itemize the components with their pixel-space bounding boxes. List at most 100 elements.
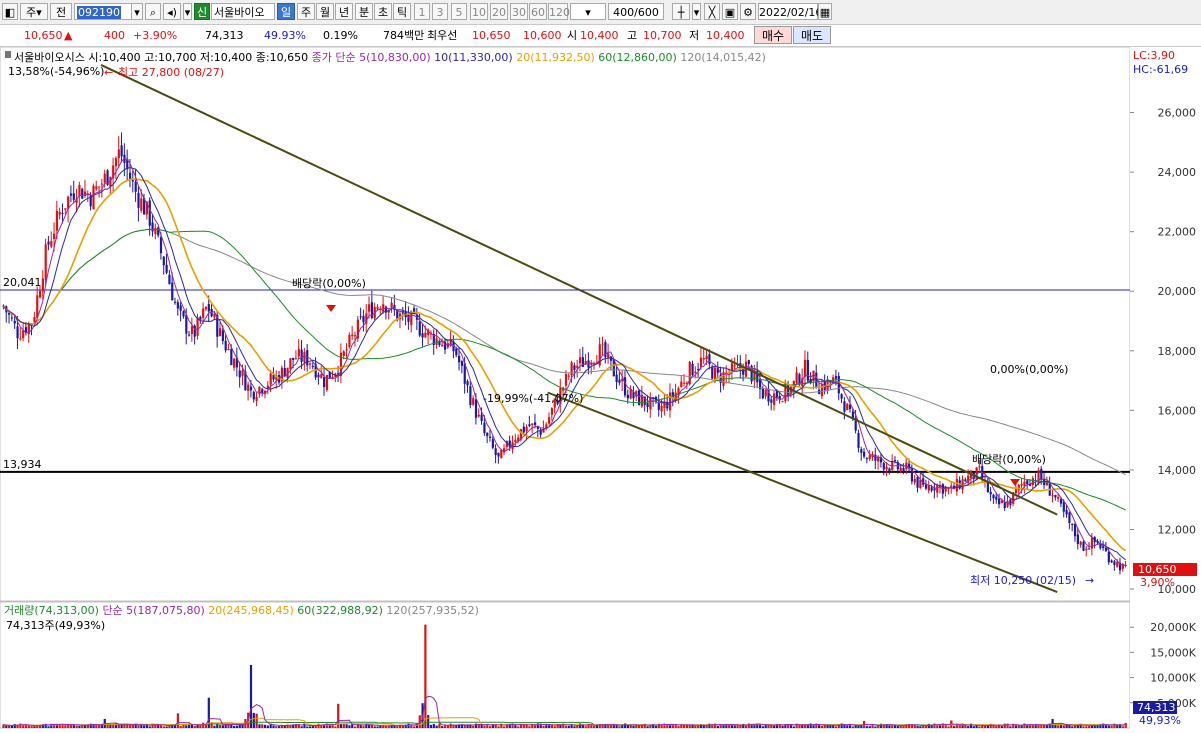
period-month[interactable]: 월 [316,3,334,20]
volume-bar [593,725,596,728]
period-second[interactable]: 초 [374,3,392,20]
high-label: 고 [627,29,638,42]
gear-icon[interactable]: ⚙ [740,3,756,20]
volume-panel [0,601,1131,729]
period-minute[interactable]: 분 [355,3,373,20]
sound-dropdown-icon[interactable]: ▾ [183,3,192,20]
volume-bar [1082,726,1085,728]
volume-bar [649,725,652,728]
candle-body [294,358,298,360]
candle-body [705,355,708,359]
interval-5[interactable]: 5 [451,3,467,20]
volume-bar [297,724,300,728]
volume-bar [272,725,275,728]
volume-bar [373,726,376,728]
search-icon[interactable]: ⌕ [145,3,161,20]
interval-20[interactable]: 20 [490,3,508,20]
chart-type-dropdown-icon[interactable]: ▾ [692,3,701,20]
candle-body [421,333,424,338]
current-price: 10,650 [24,29,63,42]
candle-body [882,463,885,470]
volume-bar [646,726,649,728]
volume-bar [638,725,641,728]
count-field[interactable]: 400/600 [608,3,664,20]
candle-body [1116,561,1119,567]
current-volume-pct-label: 49,93% [1139,714,1181,727]
volume-bar [1104,725,1108,728]
volume-bar [306,726,309,728]
candle-body [140,198,143,211]
interval-60[interactable]: 60 [529,3,547,20]
sell-button[interactable]: 매도 [793,26,831,44]
price-chart-svg[interactable]: 10,00012,00014,00016,00018,00020,00022,0… [0,46,1201,730]
indicator-icon[interactable]: ╳ [704,3,720,20]
interval-custom-select[interactable]: ▾ [570,3,606,20]
candle-body [458,355,461,363]
interval-10[interactable]: 10 [470,3,488,20]
period-tick[interactable]: 틱 [393,3,411,20]
volume-bar [19,723,22,728]
candle-body [888,468,891,472]
volume-bar [584,726,587,728]
low-value: 10,400 [706,29,745,42]
stock-code-input[interactable]: 092190 [74,3,132,20]
stock-name-field[interactable]: 서울바이오 [211,3,275,20]
candle-body [924,484,928,489]
calendar-icon[interactable]: ▦ [818,3,832,20]
volume-bar [607,724,610,728]
candle-body [376,306,379,309]
code-dropdown-icon[interactable]: ▾ [131,3,143,20]
volume-sub-label: 74,313주(49,93%) [6,619,105,632]
period-day[interactable]: 일 [277,3,295,20]
interval-30[interactable]: 30 [510,3,528,20]
ma-legend-item: 60(12,860,00) [598,51,680,64]
candle-body [323,377,326,388]
period-week[interactable]: 주 [297,3,315,20]
candle-body [528,424,531,427]
candle-body [933,488,936,491]
volume-bar [514,724,517,728]
save-icon[interactable]: ▣ [722,3,738,20]
candle-body [702,357,705,360]
candle-body [1110,560,1113,563]
lc-label: LC:3,90 [1133,49,1175,62]
volume-bar [773,725,776,728]
period-year[interactable]: 년 [335,3,353,20]
sound-icon[interactable]: ◂) [163,3,181,20]
chart-area[interactable]: 10,000 12,000 14,000 16,000 18,000 20,000 22,0… [0,46,1201,730]
volume-bar [233,725,236,728]
candle-body [159,237,163,254]
volume-bar [413,726,416,728]
window-icon[interactable]: ◧ [2,3,18,20]
volume-bar [483,725,486,728]
candle-body [1107,551,1110,563]
interval-3[interactable]: 3 [432,3,448,20]
candle-body [100,183,104,185]
candle-body [103,173,106,183]
candle-body [81,188,84,199]
volume-bar [435,725,438,728]
chart-type-icon[interactable]: ┼ [672,3,690,20]
candle-body [13,320,16,324]
market-select[interactable]: 주▾ [20,3,48,20]
volume-bar [936,725,939,728]
interval-120[interactable]: 120 [548,3,570,20]
date-field[interactable]: 2022/02/16 [758,3,822,20]
volume-bar [893,725,897,728]
volume-bar [1121,726,1124,728]
buy-button[interactable]: 매수 [754,26,792,44]
candle-body [1020,483,1023,486]
candle-body [58,212,61,215]
volume-bar [216,724,219,728]
volume-bar [255,713,258,728]
candle-body [488,436,492,438]
interval-1[interactable]: 1 [414,3,430,20]
prev-button[interactable]: 전 [50,3,72,20]
candle-body [1051,495,1054,497]
volume-bar [387,726,390,728]
y-tick-label: 18,000 [1158,345,1197,358]
volume-bar [567,725,570,728]
volume-bar [126,724,129,728]
candle-body [1076,534,1079,544]
volume-bar [716,726,719,728]
